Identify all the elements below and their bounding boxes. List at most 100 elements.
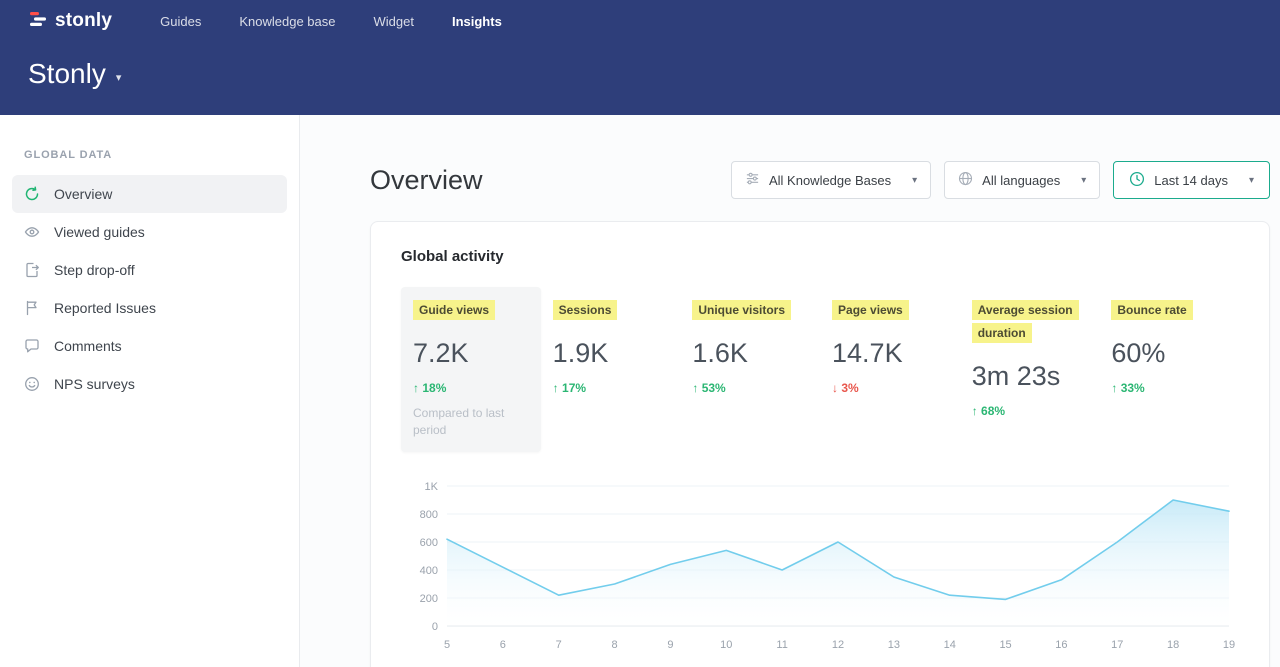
sidebar-item-overview[interactable]: Overview: [12, 175, 287, 213]
stonly-logo-text: stonly: [55, 10, 112, 32]
chevron-down-icon: ▾: [912, 175, 917, 186]
metric-unique-visitors[interactable]: Unique visitors 1.6K ↑ 53%: [680, 287, 820, 452]
filters: All Knowledge Bases ▾ All languages ▾ La…: [731, 161, 1270, 199]
sidebar-item-reported-issues[interactable]: Reported Issues: [12, 289, 287, 327]
sidebar-item-nps-surveys[interactable]: NPS surveys: [12, 365, 287, 403]
workspace-dropdown-caret-icon[interactable]: ▾: [116, 71, 122, 84]
knowledge-bases-value: All Knowledge Bases: [769, 173, 891, 188]
svg-text:9: 9: [667, 639, 673, 651]
sidebar-item-label: NPS surveys: [54, 376, 135, 392]
metric-label: Guide views: [413, 300, 495, 320]
svg-text:15: 15: [999, 639, 1011, 651]
metric-label: Bounce rate: [1111, 300, 1192, 320]
sliders-icon: [745, 171, 760, 189]
svg-text:18: 18: [1167, 639, 1179, 651]
trend-arrow-icon: ↓: [832, 381, 838, 395]
svg-text:7: 7: [556, 639, 562, 651]
comment-icon: [24, 338, 40, 354]
workspace-row: Stonly ▾: [28, 58, 1252, 90]
metric-delta: ↑ 18%: [413, 381, 529, 395]
trend-arrow-icon: ↑: [972, 404, 978, 418]
main-panel: Overview All Knowledge Bases ▾ All langu…: [300, 115, 1280, 667]
metric-sessions[interactable]: Sessions 1.9K ↑ 17%: [541, 287, 681, 452]
metric-bounce-rate[interactable]: Bounce rate 60% ↑ 33%: [1099, 287, 1239, 452]
svg-text:16: 16: [1055, 639, 1067, 651]
sidebar-item-label: Viewed guides: [54, 224, 145, 240]
page-title: Overview: [370, 165, 483, 196]
metric-label: Page views: [832, 300, 909, 320]
refresh-icon: [24, 186, 40, 202]
knowledge-bases-dropdown[interactable]: All Knowledge Bases ▾: [731, 161, 931, 199]
svg-text:1K: 1K: [425, 481, 439, 493]
nav-guides[interactable]: Guides: [160, 14, 201, 29]
area-chart-svg: 02004006008001K5678910111213141516171819: [401, 476, 1241, 656]
metric-value: 14.7K: [832, 338, 948, 369]
svg-text:800: 800: [420, 509, 438, 521]
metric-value: 3m 23s: [972, 361, 1088, 392]
metric-note: Compared to last period: [413, 405, 529, 440]
date-range-value: Last 14 days: [1154, 173, 1228, 188]
metric-guide-views[interactable]: Guide views 7.2K ↑ 18% Compared to last …: [401, 287, 541, 452]
stonly-logo-icon: [28, 9, 48, 34]
sidebar-item-viewed-guides[interactable]: Viewed guides: [12, 213, 287, 251]
trend-arrow-icon: ↑: [413, 381, 419, 395]
svg-text:8: 8: [612, 639, 618, 651]
metric-average-session-duration[interactable]: Average session duration 3m 23s ↑ 68%: [960, 287, 1100, 452]
sidebar-item-comments[interactable]: Comments: [12, 327, 287, 365]
svg-text:6: 6: [500, 639, 506, 651]
metric-page-views[interactable]: Page views 14.7K ↓ 3%: [820, 287, 960, 452]
svg-text:200: 200: [420, 593, 438, 605]
sidebar-item-label: Comments: [54, 338, 122, 354]
nav-knowledge-base[interactable]: Knowledge base: [239, 14, 335, 29]
chevron-down-icon: ▾: [1249, 175, 1254, 186]
nav-insights[interactable]: Insights: [452, 14, 502, 29]
clock-icon: [1129, 171, 1145, 190]
card-title: Global activity: [401, 248, 1239, 265]
svg-text:17: 17: [1111, 639, 1123, 651]
global-activity-card: Global activity Guide views 7.2K ↑ 18% C…: [370, 221, 1270, 667]
metric-value: 7.2K: [413, 338, 529, 369]
svg-text:600: 600: [420, 537, 438, 549]
trend-arrow-icon: ↑: [553, 381, 559, 395]
metric-delta: ↓ 3%: [832, 381, 948, 395]
globe-icon: [958, 171, 973, 189]
metric-label: Average session duration: [972, 300, 1079, 343]
svg-text:400: 400: [420, 565, 438, 577]
metric-label: Sessions: [553, 300, 618, 320]
sidebar-item-label: Step drop-off: [54, 262, 135, 278]
nav-widget[interactable]: Widget: [374, 14, 414, 29]
metric-delta: ↑ 33%: [1111, 381, 1227, 395]
date-range-dropdown[interactable]: Last 14 days ▾: [1113, 161, 1270, 199]
svg-text:14: 14: [944, 639, 956, 651]
metrics-row: Guide views 7.2K ↑ 18% Compared to last …: [401, 287, 1239, 452]
main-header: Overview All Knowledge Bases ▾ All langu…: [370, 161, 1270, 199]
flag-icon: [24, 300, 40, 316]
metric-value: 1.9K: [553, 338, 669, 369]
chevron-down-icon: ▾: [1081, 175, 1086, 186]
sidebar-item-step-drop-off[interactable]: Step drop-off: [12, 251, 287, 289]
metric-delta: ↑ 53%: [692, 381, 808, 395]
svg-text:10: 10: [720, 639, 732, 651]
content: GLOBAL DATA Overview Viewed guides Step …: [0, 115, 1280, 667]
svg-text:5: 5: [444, 639, 450, 651]
smiley-icon: [24, 376, 40, 392]
eye-icon: [24, 224, 40, 240]
svg-text:0: 0: [432, 621, 438, 633]
metric-delta: ↑ 17%: [553, 381, 669, 395]
svg-text:19: 19: [1223, 639, 1235, 651]
sidebar-section-label: GLOBAL DATA: [24, 149, 299, 161]
sidebar-item-label: Overview: [54, 186, 112, 202]
step-dropoff-icon: [24, 262, 40, 278]
sidebar: GLOBAL DATA Overview Viewed guides Step …: [0, 115, 300, 667]
global-activity-chart: 02004006008001K5678910111213141516171819: [401, 476, 1239, 661]
metric-value: 1.6K: [692, 338, 808, 369]
metric-delta: ↑ 68%: [972, 404, 1088, 418]
metric-label: Unique visitors: [692, 300, 791, 320]
workspace-title: Stonly: [28, 58, 106, 90]
languages-dropdown[interactable]: All languages ▾: [944, 161, 1100, 199]
app-header: stonly Guides Knowledge base Widget Insi…: [0, 0, 1280, 115]
svg-text:12: 12: [832, 639, 844, 651]
metric-value: 60%: [1111, 338, 1227, 369]
top-nav: stonly Guides Knowledge base Widget Insi…: [28, 0, 1252, 42]
stonly-logo[interactable]: stonly: [28, 9, 112, 34]
